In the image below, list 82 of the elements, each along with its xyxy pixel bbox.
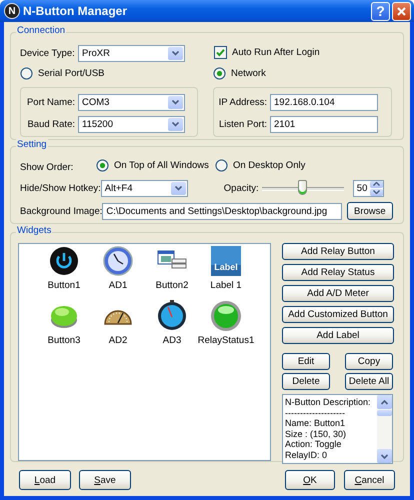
port-name-dropdown[interactable]: COM3 bbox=[78, 94, 185, 111]
widget-item[interactable]: AD3 bbox=[156, 300, 188, 346]
clock-icon bbox=[102, 245, 134, 277]
field-label: Opacity: bbox=[224, 182, 260, 194]
description-line: -------------------- bbox=[285, 408, 346, 418]
ip-address-field[interactable]: 192.168.0.104 bbox=[270, 94, 378, 111]
chevron-up-icon bbox=[381, 400, 388, 404]
description-line: Name: Button1 bbox=[285, 418, 346, 428]
group-title: Widgets bbox=[16, 225, 52, 236]
widget-item[interactable]: Button2 bbox=[156, 245, 188, 291]
add-widget-button[interactable]: Add Customized Button bbox=[282, 306, 394, 323]
caret-icon bbox=[168, 96, 183, 109]
radio-icon[interactable] bbox=[96, 159, 109, 172]
close-icon bbox=[397, 6, 406, 16]
close-button[interactable] bbox=[392, 2, 411, 20]
widget-action-button[interactable]: Edit bbox=[282, 353, 330, 370]
browse-button[interactable]: Browse bbox=[346, 202, 393, 220]
group-title: Connection bbox=[16, 25, 66, 36]
field-label: Baud Rate: bbox=[26, 119, 76, 130]
chevron-down-icon bbox=[381, 454, 388, 458]
opacity-spinbox[interactable]: 50 bbox=[352, 180, 384, 196]
hotkey-dropdown[interactable]: Alt+F4 bbox=[100, 180, 188, 196]
auto-run-checkbox[interactable]: Auto Run After Login bbox=[214, 46, 320, 58]
label-icon: Label bbox=[210, 245, 242, 277]
widget-item[interactable]: RelayStatus1 bbox=[198, 300, 254, 346]
window-title: N-Button Manager bbox=[23, 4, 128, 18]
field-label: Hide/Show Hotkey: bbox=[20, 182, 101, 194]
widget-action-button[interactable]: Delete All bbox=[345, 373, 393, 390]
widget-item[interactable]: Button3 bbox=[48, 300, 80, 346]
field-label: Show Order: bbox=[20, 162, 74, 172]
background-image-field[interactable]: C:\Documents and Settings\Desktop\background.jpg bbox=[102, 202, 342, 220]
scrollbar[interactable] bbox=[377, 395, 392, 463]
app-logo: N bbox=[4, 3, 20, 19]
footer-button[interactable]: OK bbox=[285, 470, 335, 490]
radio-icon[interactable] bbox=[20, 67, 33, 80]
dial-icon bbox=[156, 300, 188, 332]
field-label: IP Address: bbox=[218, 97, 268, 108]
spin-up-button[interactable] bbox=[370, 180, 383, 188]
listen-port-field[interactable]: 2101 bbox=[270, 116, 378, 133]
add-widget-button[interactable]: Add Relay Button bbox=[282, 243, 394, 260]
device-type-dropdown[interactable]: ProXR bbox=[78, 45, 185, 62]
caret-icon bbox=[168, 47, 183, 60]
widget-item[interactable]: Button1 bbox=[48, 245, 80, 291]
led-icon bbox=[210, 300, 242, 332]
description-line: Action: Toggle bbox=[285, 439, 342, 450]
baud-rate-dropdown[interactable]: 115200 bbox=[78, 116, 185, 133]
add-widget-button[interactable]: Add Label bbox=[282, 327, 394, 344]
spin-down-button[interactable] bbox=[370, 188, 383, 196]
widget-action-button[interactable]: Copy bbox=[345, 353, 393, 370]
scroll-thumb[interactable] bbox=[377, 410, 392, 416]
add-widget-button[interactable]: Add Relay Status bbox=[282, 264, 394, 281]
spin-arrows-icon[interactable] bbox=[370, 180, 383, 196]
description-line: Size : (150, 30) bbox=[285, 428, 348, 439]
caret-icon bbox=[170, 182, 186, 194]
description-line: RelayID: 0 bbox=[285, 450, 328, 460]
footer-button[interactable]: Load bbox=[19, 470, 71, 490]
slider-thumb[interactable] bbox=[298, 180, 308, 195]
group-title: Setting bbox=[16, 139, 48, 150]
field-label: Background Image: bbox=[20, 206, 102, 216]
field-label: Device Type: bbox=[20, 48, 76, 59]
connection-mode-radio[interactable]: Network bbox=[213, 67, 266, 80]
radio-icon[interactable] bbox=[215, 159, 228, 172]
show-order-radio[interactable]: On Desktop Only bbox=[215, 159, 306, 172]
caret-icon bbox=[168, 118, 183, 131]
widget-action-button[interactable]: Delete bbox=[282, 373, 330, 390]
scroll-down-button[interactable] bbox=[377, 449, 392, 463]
widget-item[interactable]: Label Label 1 bbox=[210, 245, 242, 291]
scroll-up-button[interactable] bbox=[377, 395, 392, 409]
field-label: Port Name: bbox=[26, 97, 76, 108]
field-label: Listen Port: bbox=[218, 119, 268, 130]
footer-button[interactable]: Cancel bbox=[344, 470, 395, 490]
show-order-radio[interactable]: On Top of All Windows bbox=[96, 159, 209, 172]
description-line: N-Button Description: bbox=[285, 397, 372, 408]
widget-item[interactable]: AD1 bbox=[102, 245, 134, 291]
footer-button[interactable]: Save bbox=[79, 470, 131, 490]
power-button-icon bbox=[48, 245, 80, 277]
connection-mode-radio[interactable]: Serial Port/USB bbox=[20, 67, 105, 80]
checkbox-icon[interactable] bbox=[214, 46, 227, 58]
add-widget-button[interactable]: Add A/D Meter bbox=[282, 285, 394, 302]
radio-icon[interactable] bbox=[213, 67, 226, 80]
help-button[interactable]: ? bbox=[371, 2, 390, 20]
widget-item[interactable]: AD2 bbox=[102, 300, 134, 346]
